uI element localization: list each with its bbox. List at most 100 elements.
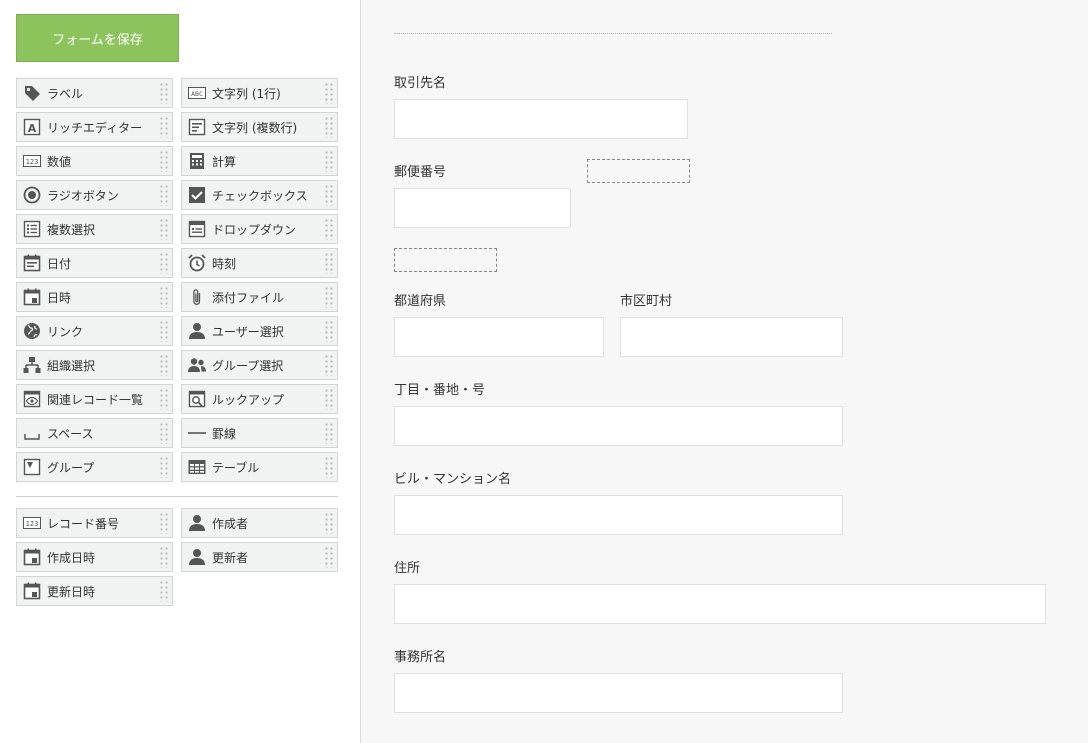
field-input-office-name[interactable] (394, 673, 843, 713)
palette-item-label: 関連レコード一覧 (47, 392, 144, 407)
field-input-city[interactable] (620, 317, 843, 357)
field-input-postal-code[interactable] (394, 188, 571, 228)
datetime-icon (22, 547, 42, 567)
organization-icon (22, 355, 42, 375)
palette-item[interactable]: 計算 (181, 146, 338, 176)
drag-handle-icon[interactable] (324, 320, 334, 342)
field-input-building[interactable] (394, 495, 843, 535)
palette-item-label: 数値 (47, 154, 72, 169)
drag-handle-icon[interactable] (324, 354, 334, 376)
palette-item[interactable]: チェックボックス (181, 180, 338, 210)
drag-handle-icon[interactable] (159, 184, 169, 206)
palette-item[interactable]: 更新者 (181, 542, 338, 572)
palette-item[interactable]: 時刻 (181, 248, 338, 278)
palette-item[interactable]: テーブル (181, 452, 338, 482)
drag-handle-icon[interactable] (159, 116, 169, 138)
palette-item[interactable]: ユーザー選択 (181, 316, 338, 346)
palette-item[interactable]: 複数選択 (16, 214, 173, 244)
palette-item-label: ドロップダウン (212, 222, 297, 237)
palette-item[interactable]: リンク (16, 316, 173, 346)
drag-handle-icon[interactable] (159, 512, 169, 534)
checkbox-icon (187, 185, 207, 205)
palette-item[interactable]: 作成日時 (16, 542, 173, 572)
field-label-address: 住所 (394, 561, 421, 576)
palette-item-label: 日時 (47, 290, 72, 305)
palette-item[interactable]: 作成者 (181, 508, 338, 538)
svg-text:123: 123 (26, 158, 39, 166)
palette-divider (16, 496, 338, 497)
palette-item[interactable]: 日付 (16, 248, 173, 278)
field-label-account-name: 取引先名 (394, 76, 447, 91)
drag-handle-icon[interactable] (159, 422, 169, 444)
palette-item[interactable]: ラジオボタン (16, 180, 173, 210)
drag-handle-icon[interactable] (324, 116, 334, 138)
drag-handle-icon[interactable] (324, 252, 334, 274)
drag-handle-icon[interactable] (324, 422, 334, 444)
palette-item[interactable]: ABC 文字列 (1行) (181, 78, 338, 108)
drag-handle-icon[interactable] (159, 546, 169, 568)
drag-handle-icon[interactable] (324, 286, 334, 308)
palette-item-label: 組織選択 (47, 358, 96, 373)
drag-handle-icon[interactable] (159, 388, 169, 410)
palette-item[interactable]: 123 数値 (16, 146, 173, 176)
palette-item[interactable]: ラベル (16, 78, 173, 108)
palette-item[interactable]: 組織選択 (16, 350, 173, 380)
palette-item-label: 複数選択 (47, 222, 96, 237)
palette-item-label: スペース (47, 426, 94, 441)
drag-handle-icon[interactable] (159, 320, 169, 342)
palette-item[interactable]: 123 レコード番号 (16, 508, 173, 538)
drag-handle-icon[interactable] (159, 456, 169, 478)
palette-item[interactable]: グループ選択 (181, 350, 338, 380)
drag-handle-icon[interactable] (159, 286, 169, 308)
palette-item[interactable]: A リッチエディター (16, 112, 173, 142)
drag-handle-icon[interactable] (324, 150, 334, 172)
group-icon (187, 355, 207, 375)
alarm-clock-icon (187, 253, 207, 273)
abc-text-icon: ABC (187, 83, 207, 103)
drag-handle-icon[interactable] (324, 184, 334, 206)
blank-space-element[interactable] (394, 248, 497, 272)
group-field-icon (22, 457, 42, 477)
palette-item[interactable]: グループ (16, 452, 173, 482)
drag-handle-icon[interactable] (159, 580, 169, 602)
palette-item[interactable]: スペース (16, 418, 173, 448)
number-icon: 123 (22, 513, 42, 533)
palette-item[interactable]: 罫線 (181, 418, 338, 448)
user-icon (187, 513, 207, 533)
field-input-address[interactable] (394, 584, 1046, 624)
drag-handle-icon[interactable] (159, 218, 169, 240)
palette-item[interactable]: 文字列 (複数行) (181, 112, 338, 142)
palette-item[interactable]: 添付ファイル (181, 282, 338, 312)
top-divider-line[interactable] (394, 33, 832, 34)
drag-handle-icon[interactable] (159, 354, 169, 376)
palette-item[interactable]: 関連レコード一覧 (16, 384, 173, 414)
palette-item[interactable]: 日時 (16, 282, 173, 312)
field-input-street[interactable] (394, 406, 843, 446)
drag-handle-icon[interactable] (324, 456, 334, 478)
palette-item[interactable]: ドロップダウン (181, 214, 338, 244)
drag-handle-icon[interactable] (324, 546, 334, 568)
drag-handle-icon[interactable] (324, 388, 334, 410)
drag-handle-icon[interactable] (159, 150, 169, 172)
drag-handle-icon[interactable] (324, 218, 334, 240)
drag-handle-icon[interactable] (324, 82, 334, 104)
palette-item[interactable]: ルックアップ (181, 384, 338, 414)
field-label-city: 市区町村 (620, 294, 673, 309)
field-input-account-name[interactable] (394, 99, 688, 139)
drag-handle-icon[interactable] (324, 512, 334, 534)
drag-handle-icon[interactable] (159, 252, 169, 274)
field-input-prefecture[interactable] (394, 317, 604, 357)
user-icon (187, 321, 207, 341)
palette-item-label: 文字列 (1行) (212, 86, 281, 101)
dropdown-icon (187, 219, 207, 239)
field-label-postal-code: 郵便番号 (394, 165, 447, 180)
palette-item-label: ラジオボタン (47, 188, 119, 203)
palette-item-label: 添付ファイル (212, 290, 285, 305)
field-label-office-name: 事務所名 (394, 650, 447, 665)
tag-icon (22, 83, 42, 103)
drag-handle-icon[interactable] (159, 82, 169, 104)
calculator-icon (187, 151, 207, 171)
blank-space-element[interactable] (587, 159, 690, 183)
palette-item[interactable]: 更新日時 (16, 576, 173, 606)
save-form-button[interactable]: フォームを保存 (16, 14, 179, 62)
